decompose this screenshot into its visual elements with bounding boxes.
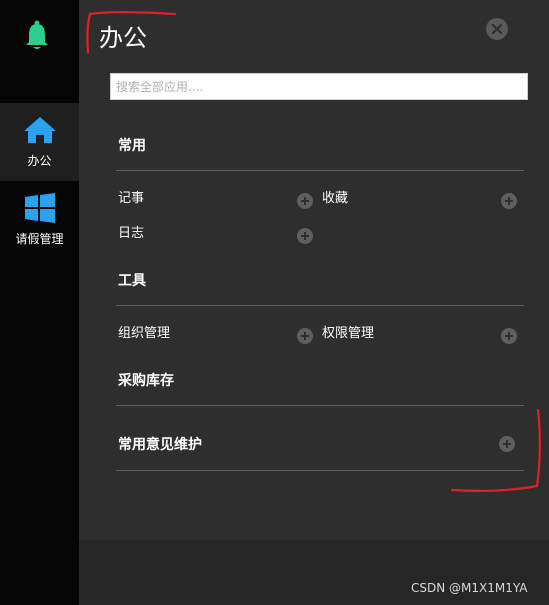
add-org-management-button[interactable] [297, 328, 313, 344]
app-item-permission-management[interactable]: 权限管理 [322, 325, 374, 343]
bell-icon [26, 20, 48, 49]
add-favorites-button[interactable] [501, 193, 517, 209]
app-root: 办公 请假管理 办公 常用 记事 收藏 [0, 0, 549, 605]
add-log-button[interactable] [297, 228, 313, 244]
annotation-mark-top [86, 11, 177, 54]
section-title-common: 常用 [118, 138, 146, 154]
windows-icon [0, 192, 79, 227]
section-divider [116, 305, 524, 306]
sidebar-item-label: 请假管理 [15, 232, 64, 246]
sidebar-item-leave-management[interactable]: 请假管理 [0, 181, 79, 259]
sidebar: 办公 请假管理 [0, 0, 79, 605]
sidebar-item-label: 办公 [27, 154, 52, 168]
section-title-purchase-inventory: 采购库存 [118, 373, 174, 389]
home-icon [0, 116, 79, 147]
section-divider [116, 170, 524, 171]
watermark: CSDN @M1X1M1YA [411, 581, 528, 595]
section-title-common-opinions[interactable]: 常用意见维护 [118, 435, 202, 455]
app-item-org-management[interactable]: 组织管理 [118, 325, 170, 343]
search-input[interactable] [110, 73, 528, 100]
add-permission-management-button[interactable] [501, 328, 517, 344]
section-title-tools: 工具 [118, 273, 146, 289]
app-item-favorites[interactable]: 收藏 [322, 190, 348, 208]
notification-bell[interactable] [0, 0, 79, 80]
sidebar-item-office[interactable]: 办公 [0, 103, 79, 181]
app-item-notes[interactable]: 记事 [118, 190, 144, 208]
annotation-mark-bottom [450, 408, 541, 492]
close-icon [491, 23, 503, 35]
add-notes-button[interactable] [297, 193, 313, 209]
close-button[interactable] [486, 18, 508, 40]
app-item-log[interactable]: 日志 [118, 225, 144, 243]
